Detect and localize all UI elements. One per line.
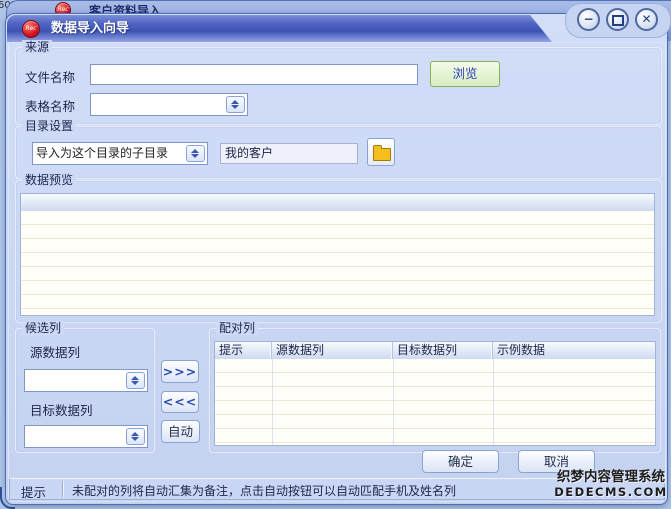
folder-icon	[373, 148, 391, 161]
maximize-button[interactable]	[606, 8, 629, 31]
paired-table-body[interactable]	[215, 359, 655, 445]
status-label: 提示	[21, 482, 46, 501]
directory-group-label: 目录设置	[22, 119, 76, 133]
minimize-button[interactable]: −	[577, 8, 600, 31]
candidate-group-label: 候选列	[22, 321, 64, 335]
directory-mode-combobox[interactable]: 导入为这个目录的子目录	[32, 142, 208, 165]
target-column-combobox[interactable]	[24, 425, 148, 448]
preview-list-body[interactable]	[21, 211, 654, 315]
source-group: 来源 文件名称 浏览 表格名称	[15, 47, 662, 125]
app-logo-icon: Rec	[22, 20, 40, 38]
minimize-icon: −	[583, 12, 593, 26]
column-separator	[493, 359, 494, 445]
watermark-line1: 织梦内容管理系统	[552, 469, 670, 485]
column-separator	[393, 359, 394, 445]
paired-group: 配对列 提示 源数据列 目标数据列 示例数据	[209, 328, 661, 453]
maximize-icon	[612, 15, 624, 26]
screen: 6020 Rec 客户资料导入 − ✕ Rec 数据导入向导 来源 文件名称 浏…	[0, 0, 671, 509]
data-preview-list[interactable]	[20, 193, 655, 316]
status-message: 未配对的列将自动汇集为备注，点击自动按钮可以自动匹配手机及姓名列	[72, 482, 456, 499]
column-header-source: 源数据列	[272, 342, 393, 359]
candidate-group: 候选列 源数据列 目标数据列	[15, 328, 155, 453]
column-header-hint: 提示	[215, 342, 272, 359]
ok-button[interactable]: 确定	[422, 450, 499, 473]
updown-arrows-icon[interactable]	[226, 96, 245, 113]
preview-group-label: 数据预览	[22, 173, 76, 187]
data-import-wizard-dialog: Rec 数据导入向导 来源 文件名称 浏览 表格名称 目录设置 导入为这个目录的…	[5, 13, 668, 505]
dialog-title: 数据导入向导	[51, 15, 129, 42]
directory-mode-value: 导入为这个目录的子目录	[36, 143, 185, 163]
dedecms-watermark: 织梦内容管理系统 DEDECMS.COM	[552, 469, 670, 499]
paired-columns-table[interactable]: 提示 源数据列 目标数据列 示例数据	[214, 341, 656, 446]
updown-arrows-icon[interactable]	[126, 428, 145, 445]
choose-directory-button[interactable]	[367, 138, 395, 166]
target-column-label: 目标数据列	[30, 400, 93, 419]
watermark-line2: DEDECMS.COM	[552, 485, 670, 499]
updown-arrows-icon[interactable]	[126, 372, 145, 389]
auto-match-button[interactable]: 自动	[161, 420, 200, 443]
status-separator	[62, 481, 63, 497]
source-group-label: 来源	[22, 40, 52, 54]
column-separator	[272, 359, 273, 445]
source-column-combobox[interactable]	[24, 369, 148, 392]
column-header-target: 目标数据列	[393, 342, 493, 359]
directory-group: 目录设置 导入为这个目录的子目录 我的客户	[15, 126, 662, 179]
updown-arrows-icon[interactable]	[186, 145, 205, 162]
source-column-label: 源数据列	[30, 342, 80, 361]
close-button[interactable]: ✕	[635, 8, 658, 31]
remove-pair-button[interactable]: <<<	[161, 391, 199, 413]
paired-group-label: 配对列	[216, 321, 258, 335]
table-name-label: 表格名称	[25, 96, 75, 115]
browse-button[interactable]: 浏览	[430, 61, 500, 87]
column-header-sample: 示例数据	[493, 342, 655, 359]
close-icon: ✕	[641, 12, 651, 26]
add-pair-button[interactable]: >>>	[161, 360, 199, 383]
file-name-label: 文件名称	[25, 67, 75, 86]
file-name-input[interactable]	[90, 64, 418, 85]
dialog-titlebar: Rec 数据导入向导	[7, 15, 552, 42]
target-directory-field[interactable]: 我的客户	[220, 143, 358, 164]
table-name-combobox[interactable]	[90, 93, 248, 116]
preview-list-header	[21, 194, 654, 212]
paired-table-header: 提示 源数据列 目标数据列 示例数据	[215, 342, 655, 360]
preview-group: 数据预览	[15, 180, 662, 323]
